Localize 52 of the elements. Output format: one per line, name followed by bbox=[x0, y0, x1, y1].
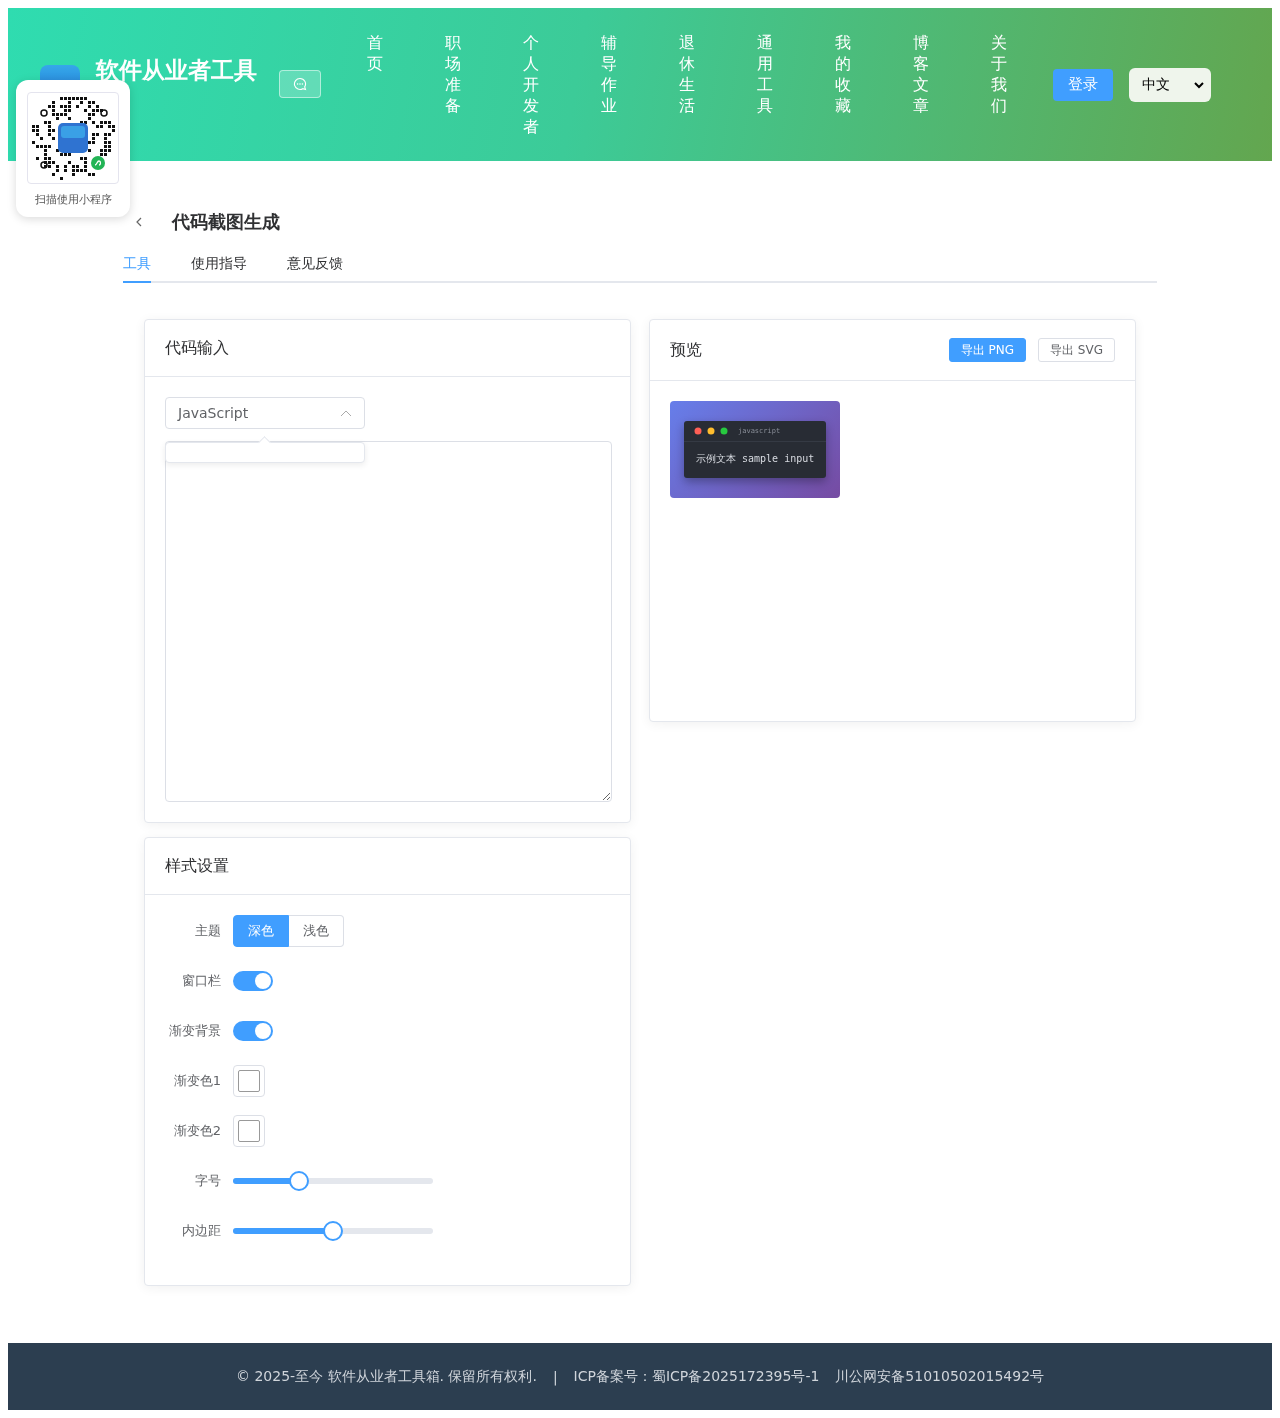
chat-icon bbox=[293, 77, 307, 91]
icp-link[interactable]: ICP备案号：蜀ICP备2025172395号-1 bbox=[573, 1367, 820, 1386]
slider-track[interactable] bbox=[233, 1221, 433, 1241]
segment-option[interactable]: 深色 bbox=[233, 915, 289, 947]
field-label: 主题 bbox=[194, 922, 222, 940]
card-title: 预览 bbox=[670, 339, 702, 361]
tab[interactable]: 使用指导 bbox=[191, 249, 247, 283]
card-title: 代码输入 bbox=[165, 337, 229, 359]
nav-link[interactable]: 关于我们 bbox=[991, 32, 1007, 138]
toggle-switch[interactable] bbox=[233, 971, 273, 991]
nav-link[interactable]: 首页 bbox=[367, 32, 383, 138]
export-button[interactable]: 导出 PNG bbox=[948, 338, 1027, 362]
copyright-text: © 2025-至今 软件从业者工具箱. 保留所有权利. bbox=[235, 1367, 537, 1386]
slider-track[interactable] bbox=[233, 1171, 433, 1191]
slider-thumb[interactable] bbox=[289, 1171, 309, 1191]
qr-caption: 扫描使用小程序 bbox=[34, 192, 112, 207]
toggle-switch[interactable] bbox=[233, 1021, 273, 1041]
page-title: 代码截图生成 bbox=[172, 210, 280, 234]
nav-link[interactable]: 辅导作业 bbox=[601, 32, 617, 138]
color-picker[interactable] bbox=[233, 1065, 265, 1097]
slider-thumb[interactable] bbox=[323, 1221, 343, 1241]
back-button[interactable] bbox=[135, 217, 143, 227]
code-text: 示例文本 sample input bbox=[695, 452, 816, 466]
language-select[interactable]: 中文 bbox=[1129, 67, 1211, 102]
field-label: 内边距 bbox=[181, 1222, 222, 1240]
window-dots-icon bbox=[694, 427, 728, 435]
nav-link[interactable]: 个人开发者 bbox=[523, 32, 539, 138]
field-label: 渐变色1 bbox=[172, 1072, 222, 1090]
segment-option[interactable]: 浅色 bbox=[289, 915, 344, 947]
nav-link[interactable]: 职场准备 bbox=[445, 32, 461, 138]
nav-link[interactable]: 我的收藏 bbox=[835, 32, 851, 138]
separator-text: | bbox=[552, 1368, 558, 1385]
chevron-left-icon bbox=[135, 217, 143, 227]
tab[interactable]: 意见反馈 bbox=[287, 249, 343, 283]
nav-link[interactable]: 通用工具 bbox=[757, 32, 773, 138]
police-record-link[interactable]: 川公网安备51010502015492号 bbox=[835, 1367, 1045, 1386]
chevron-up-icon bbox=[340, 409, 352, 417]
nav-link[interactable]: 退休生活 bbox=[679, 32, 695, 138]
field-label: 渐变色2 bbox=[172, 1122, 222, 1140]
tab[interactable]: 工具 bbox=[123, 249, 151, 283]
nav-link[interactable]: 博客文章 bbox=[913, 32, 929, 138]
card-title: 样式设置 bbox=[165, 855, 229, 877]
export-button[interactable]: 导出 SVG bbox=[1038, 338, 1115, 362]
language-select[interactable]: JavaScript bbox=[165, 397, 365, 429]
code-input-field[interactable] bbox=[165, 441, 612, 802]
login-button[interactable]: 登录 bbox=[1053, 68, 1113, 101]
field-label: 渐变背景 bbox=[168, 1022, 222, 1040]
color-picker[interactable] bbox=[233, 1115, 265, 1147]
field-label: 字号 bbox=[194, 1172, 222, 1190]
field-label: 窗口栏 bbox=[181, 972, 222, 990]
chat-button[interactable] bbox=[279, 70, 321, 98]
site-title: 软件从业者工具 bbox=[96, 56, 257, 85]
